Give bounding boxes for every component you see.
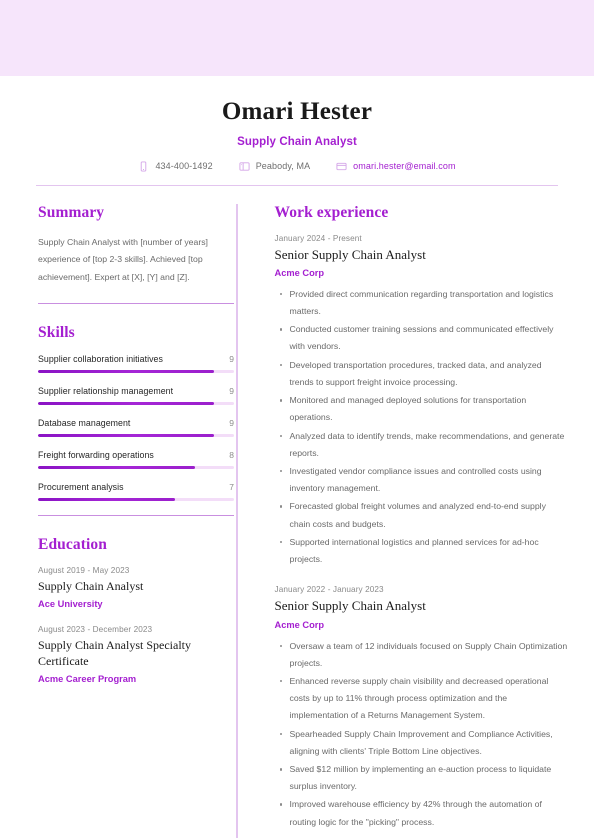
skill-score: 9 (229, 385, 234, 396)
summary-section: Summary Supply Chain Analyst with [numbe… (38, 204, 236, 304)
resume-columns: Summary Supply Chain Analyst with [numbe… (0, 186, 594, 838)
education-entry: August 2019 - May 2023 Supply Chain Analy… (38, 566, 238, 609)
job-bullet: Supported international logistics and pl… (279, 534, 569, 568)
job-role: Senior Supply Chain Analyst (274, 598, 426, 614)
job-company: Acme Corp (274, 619, 325, 630)
summary-text: Supply Chain Analyst with [number of yea… (38, 236, 208, 283)
job-bullet: Improved warehouse efficiency by 42% thr… (279, 796, 569, 830)
skills-title: Skills (38, 323, 75, 341)
right-column: Work experience January 2024 - Present Se… (238, 186, 594, 838)
resume-header: Omari Hester Supply Chain Analyst 434-40… (0, 76, 594, 186)
education-school: Acme Career Program (38, 674, 137, 685)
skill-bar-fill (38, 401, 215, 405)
resume-page: Omari Hester Supply Chain Analyst 434-40… (0, 0, 594, 838)
skill-bar-track (38, 369, 234, 373)
skill-bar-track (38, 465, 234, 469)
education-date: August 2019 - May 2023 (38, 565, 130, 575)
skill-header: Database management 9 (38, 418, 234, 428)
education-degree: Supply Chain Analyst Specialty Certifica… (38, 638, 191, 668)
contact-email-text[interactable]: omari.hester@email.com (353, 161, 455, 171)
education-school: Ace University (38, 599, 103, 610)
job-bullet: Saved $12 million by implementing an e-a… (279, 761, 569, 795)
job-date: January 2022 - January 2023 (274, 585, 384, 595)
contact-row: 434-400-1492 Peabody, MA omari.hester@em… (0, 160, 594, 172)
summary-title: Summary (38, 203, 105, 221)
contact-email[interactable]: omari.hester@email.com (336, 161, 455, 172)
building-icon (239, 161, 250, 172)
skill-bar-track (38, 497, 234, 501)
work-experience-entry: January 2024 - Present Senior Supply Chai… (275, 234, 569, 569)
job-bullet: Provided direct communication regarding … (279, 286, 569, 320)
skill-item: Supplier collaboration initiatives 9 (38, 354, 234, 373)
contact-location-text: Peabody, MA (255, 161, 311, 171)
skill-bar-fill (38, 433, 215, 437)
skill-item: Supplier relationship management 9 (38, 386, 234, 405)
education-title: Education (38, 535, 107, 553)
skill-score: 9 (229, 417, 234, 428)
skill-name: Database management (38, 417, 131, 428)
job-bullet: Oversaw a team of 12 individuals focused… (279, 638, 569, 672)
job-company: Acme Corp (274, 267, 325, 278)
skill-score: 9 (229, 353, 234, 364)
skill-name: Procurement analysis (38, 481, 124, 492)
phone-icon (138, 160, 149, 172)
skill-name: Supplier relationship management (38, 385, 174, 396)
skill-bar-fill (38, 369, 215, 373)
skill-header: Freight forwarding operations 8 (38, 450, 234, 460)
job-role: Senior Supply Chain Analyst (274, 246, 426, 262)
education-section: Education August 2019 - May 2023 Supply C… (38, 536, 236, 684)
education-degree: Supply Chain Analyst (38, 578, 144, 593)
work-experience-list: January 2024 - Present Senior Supply Chai… (275, 234, 569, 838)
skill-bar-track (38, 401, 234, 405)
job-bullet-list: Provided direct communication regarding … (275, 286, 569, 569)
skill-item: Database management 9 (38, 418, 234, 437)
job-bullet: Forecasted global freight volumes and an… (279, 498, 569, 532)
job-date: January 2024 - Present (274, 233, 362, 243)
left-column: Summary Supply Chain Analyst with [numbe… (0, 186, 236, 838)
job-bullet: Conducted customer training sessions and… (279, 321, 569, 355)
job-bullet: Analyzed data to identify trends, make r… (279, 428, 569, 462)
skill-score: 8 (229, 449, 234, 460)
skill-header: Procurement analysis 7 (38, 482, 234, 492)
education-date: August 2023 - December 2023 (38, 625, 153, 635)
contact-phone: 434-400-1492 (138, 160, 213, 172)
skill-item: Freight forwarding operations 8 (38, 450, 234, 469)
job-bullet: Developed transportation procedures, tra… (279, 357, 569, 391)
candidate-name: Omari Hester (221, 98, 373, 125)
skill-header: Supplier collaboration initiatives 9 (38, 354, 234, 364)
skills-list: Supplier collaboration initiatives 9 Suppl… (38, 354, 236, 501)
contact-location: Peabody, MA (239, 161, 310, 172)
summary-divider (38, 302, 234, 304)
skill-name: Freight forwarding operations (38, 449, 154, 460)
skill-header: Supplier relationship management 9 (38, 386, 234, 396)
work-experience-entry: January 2022 - January 2023 Senior Supply… (275, 585, 569, 831)
skills-divider (38, 514, 234, 516)
job-bullet: Spearheaded Supply Chain Improvement and… (279, 726, 569, 760)
contact-phone-text: 434-400-1492 (155, 161, 213, 171)
work-experience-title: Work experience (274, 203, 389, 221)
skill-item: Procurement analysis 7 (38, 482, 234, 501)
education-entry: August 2023 - December 2023 Supply Chain … (38, 625, 238, 684)
top-banner (0, 0, 594, 76)
skill-bar-fill (38, 465, 195, 469)
candidate-job-title: Supply Chain Analyst (237, 135, 357, 148)
skill-bar-track (38, 433, 234, 437)
job-bullet: Investigated vendor compliance issues an… (279, 463, 569, 497)
skills-section: Skills Supplier collaboration initiative… (38, 324, 236, 516)
skill-score: 7 (229, 481, 234, 492)
job-bullet-list: Oversaw a team of 12 individuals focused… (275, 638, 569, 831)
skill-name: Supplier collaboration initiatives (38, 353, 163, 364)
envelope-icon (336, 161, 347, 172)
job-bullet: Monitored and managed deployed solutions… (279, 392, 569, 426)
job-bullet: Enhanced reverse supply chain visibility… (279, 673, 569, 725)
education-list: August 2019 - May 2023 Supply Chain Analy… (38, 566, 236, 684)
skill-bar-fill (38, 497, 176, 501)
